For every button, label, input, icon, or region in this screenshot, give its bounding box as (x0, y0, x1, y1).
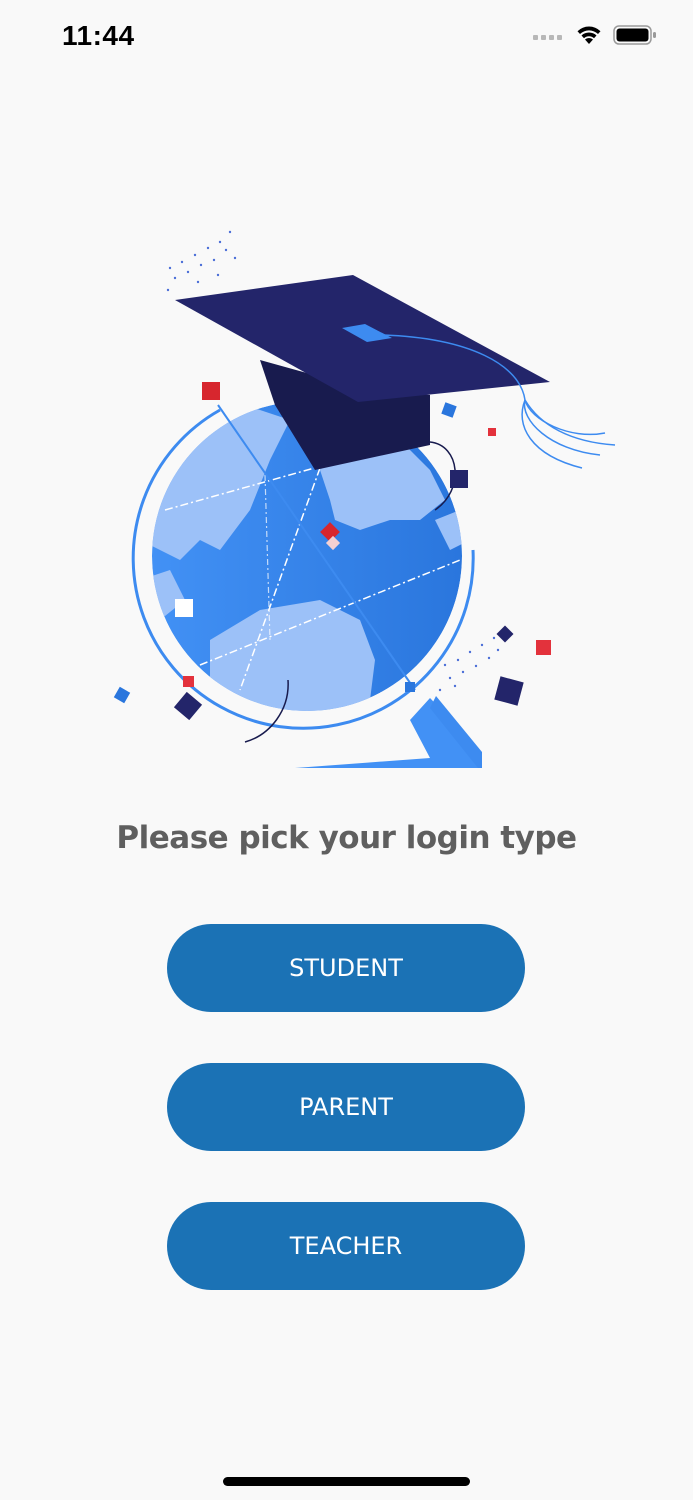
status-icons (533, 24, 657, 51)
wifi-icon (575, 24, 603, 51)
cellular-signal-icon (533, 29, 565, 47)
login-type-screen: 11:44 Please pick your login type STUDEN… (0, 0, 693, 1500)
teacher-login-button[interactable]: TEACHER (167, 1202, 525, 1290)
battery-icon (613, 24, 657, 51)
login-type-prompt: Please pick your login type (116, 820, 577, 856)
status-bar: 11:44 (0, 0, 693, 80)
student-login-button[interactable]: STUDENT (167, 924, 525, 1012)
parent-login-button[interactable]: PARENT (167, 1063, 525, 1151)
graduation-globe-illustration (100, 220, 630, 780)
home-indicator[interactable] (223, 1477, 470, 1486)
status-time: 11:44 (62, 20, 135, 51)
